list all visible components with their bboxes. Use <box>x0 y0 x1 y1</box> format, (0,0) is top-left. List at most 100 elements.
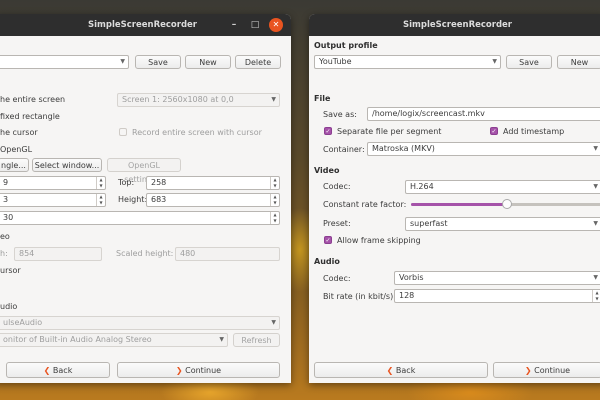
add-timestamp-checkbox[interactable]: ✓ <box>490 127 498 135</box>
crf-slider-handle[interactable] <box>501 199 512 209</box>
chevron-right-icon: ❯ <box>175 366 183 375</box>
record-audio-checkbox-label[interactable]: udio <box>0 302 17 311</box>
audio-backend-select[interactable]: ulseAudio ▼ <box>0 316 280 330</box>
chevron-down-icon: ▼ <box>492 58 497 65</box>
output-profile-select[interactable]: YouTube ▼ <box>314 55 501 69</box>
save-as-value: /home/logix/screencast.mkv <box>372 109 485 118</box>
record-cursor-checkbox-label[interactable]: ursor <box>0 266 21 275</box>
preset-label: Preset: <box>323 219 351 228</box>
record-entire-screen-cursor-label: Record entire screen with cursor <box>132 128 262 137</box>
output-settings-window: SimpleScreenRecorder Output profile YouT… <box>309 14 600 383</box>
right-continue-label: Continue <box>534 366 571 375</box>
chevron-down-icon: ▼ <box>120 58 125 65</box>
maximize-icon[interactable]: □ <box>248 18 262 32</box>
input-settings-window: SimpleScreenRecorder – □ ✕ ▼ Save New De… <box>0 14 291 383</box>
follow-cursor-radio[interactable]: he cursor <box>0 128 38 137</box>
left-back-button[interactable]: ❮ Back <box>6 362 110 378</box>
chevron-down-icon: ▼ <box>593 183 598 190</box>
left-back-label: Back <box>52 366 73 375</box>
right-back-label: Back <box>395 366 416 375</box>
preset-value: superfast <box>410 219 448 228</box>
frame-rate-input[interactable]: 30 ▲ ▼ <box>0 211 280 225</box>
spin-arrows-icon[interactable]: ▲ ▼ <box>592 290 600 302</box>
left-continue-button[interactable]: ❯ Continue <box>117 362 280 378</box>
allow-frame-skipping-checkbox[interactable]: ✓ <box>324 236 332 244</box>
right-continue-button[interactable]: ❯ Continue <box>493 362 600 378</box>
output-profile-heading: Output profile <box>314 41 378 50</box>
frame-rate-value: 30 <box>3 213 14 222</box>
refresh-button[interactable]: Refresh <box>233 333 280 347</box>
top-input[interactable]: 258 ▲ ▼ <box>146 176 280 190</box>
save-as-input[interactable]: /home/logix/screencast.mkv <box>367 107 600 121</box>
screen-select[interactable]: Screen 1: 2560x1080 at 0,0 ▼ <box>117 93 280 107</box>
left-x-value: 9 <box>3 178 9 187</box>
scaled-height-input[interactable]: 480 <box>175 247 280 261</box>
spin-arrows-icon[interactable]: ▲ ▼ <box>270 177 279 189</box>
left-new-profile-button[interactable]: New <box>185 55 231 69</box>
select-rectangle-button[interactable]: ngle... <box>0 158 29 172</box>
file-heading: File <box>314 94 331 103</box>
bitrate-value: 128 <box>399 291 415 300</box>
record-entire-screen-radio[interactable]: he entire screen <box>0 95 65 104</box>
separate-file-checkbox[interactable]: ✓ <box>324 127 332 135</box>
add-timestamp-label: Add timestamp <box>503 127 565 136</box>
height-value: 683 <box>151 195 167 204</box>
scale-video-checkbox-label[interactable]: eo <box>0 232 10 241</box>
scaled-width-input[interactable]: 854 <box>14 247 102 261</box>
audio-codec-label: Codec: <box>323 274 351 283</box>
bitrate-label: Bit rate (in kbit/s): <box>323 292 396 301</box>
height-input[interactable]: 683 ▲ ▼ <box>146 193 280 207</box>
crf-label: Constant rate factor: <box>323 200 407 209</box>
opengl-radio[interactable]: OpenGL <box>0 145 32 154</box>
record-entire-screen-cursor-checkbox[interactable] <box>119 128 127 136</box>
spin-arrows-icon[interactable]: ▲ ▼ <box>96 177 105 189</box>
chevron-left-icon: ❮ <box>43 366 51 375</box>
scaled-width-label: h: <box>0 249 8 258</box>
width-input[interactable]: 3 ▲ ▼ <box>0 193 106 207</box>
minimize-icon[interactable]: – <box>227 18 241 32</box>
output-profile-value: YouTube <box>319 57 352 66</box>
audio-source-select[interactable]: onitor of Built-in Audio Analog Stereo ▼ <box>0 333 228 347</box>
audio-backend-value: ulseAudio <box>3 318 43 327</box>
bitrate-input[interactable]: 128 ▲ ▼ <box>394 289 600 303</box>
spin-arrows-icon[interactable]: ▲ ▼ <box>270 194 279 206</box>
crf-slider-fill <box>411 203 507 206</box>
audio-codec-value: Vorbis <box>399 273 424 282</box>
width-value: 3 <box>3 195 9 204</box>
spin-arrows-icon[interactable]: ▲ ▼ <box>96 194 105 206</box>
left-profile-select[interactable]: ▼ <box>0 55 129 69</box>
scaled-width-value: 854 <box>19 249 35 258</box>
audio-codec-select[interactable]: Vorbis ▼ <box>394 271 600 285</box>
right-window-title: SimpleScreenRecorder <box>402 20 512 30</box>
chevron-right-icon: ❯ <box>524 366 532 375</box>
right-back-button[interactable]: ❮ Back <box>314 362 488 378</box>
chevron-down-icon: ▼ <box>271 96 276 103</box>
audio-heading: Audio <box>314 257 340 266</box>
right-title-bar: SimpleScreenRecorder <box>309 14 600 36</box>
preset-select[interactable]: superfast ▼ <box>405 217 600 231</box>
fixed-rectangle-radio[interactable]: fixed rectangle <box>0 112 60 121</box>
left-x-input[interactable]: 9 ▲ ▼ <box>0 176 106 190</box>
container-value: Matroska (MKV) <box>372 144 435 153</box>
save-as-label: Save as: <box>323 110 357 119</box>
output-new-profile-button[interactable]: New <box>557 55 600 69</box>
spin-arrows-icon[interactable]: ▲ ▼ <box>270 212 279 224</box>
allow-frame-skipping-label: Allow frame skipping <box>337 236 421 245</box>
video-codec-label: Codec: <box>323 182 351 191</box>
left-title-bar: SimpleScreenRecorder – □ ✕ <box>0 14 291 36</box>
opengl-settings-button[interactable]: OpenGL settings... <box>107 158 181 184</box>
video-heading: Video <box>314 166 340 175</box>
video-codec-select[interactable]: H.264 ▼ <box>405 180 600 194</box>
top-value: 258 <box>151 178 167 187</box>
left-save-profile-button[interactable]: Save <box>135 55 181 69</box>
chevron-down-icon: ▼ <box>271 319 276 326</box>
close-icon[interactable]: ✕ <box>269 18 283 32</box>
output-save-profile-button[interactable]: Save <box>506 55 552 69</box>
left-window-title: SimpleScreenRecorder <box>87 20 197 30</box>
select-window-button[interactable]: Select window... <box>32 158 102 172</box>
left-delete-profile-button[interactable]: Delete <box>235 55 281 69</box>
chevron-down-icon: ▼ <box>593 145 598 152</box>
audio-source-value: onitor of Built-in Audio Analog Stereo <box>3 335 152 344</box>
screen-select-value: Screen 1: 2560x1080 at 0,0 <box>122 95 234 104</box>
container-select[interactable]: Matroska (MKV) ▼ <box>367 142 600 156</box>
